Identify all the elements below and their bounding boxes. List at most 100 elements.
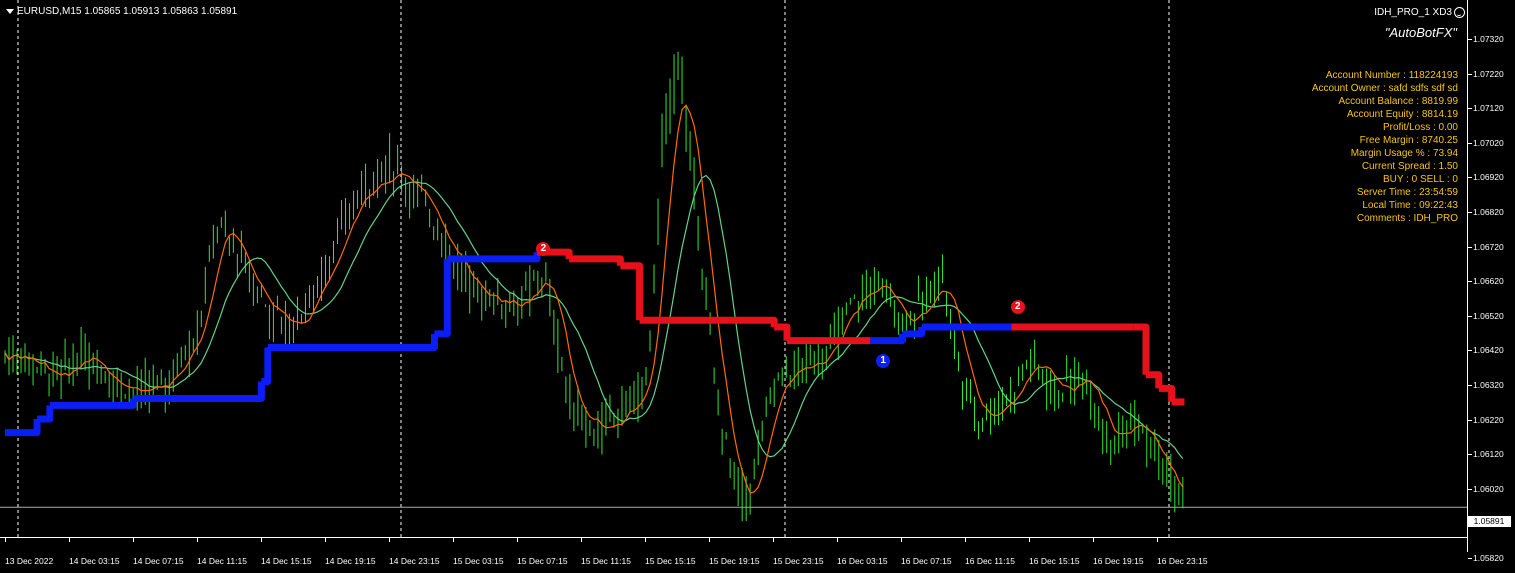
time-label: 15 Dec 19:15 (709, 556, 760, 566)
price-label: 1.06620 (1473, 276, 1504, 287)
time-tick (261, 538, 262, 542)
price-tick (1468, 350, 1472, 352)
time-label: 14 Dec 19:15 (325, 556, 376, 566)
trend-band-segment (5, 418, 41, 437)
price-axis[interactable]: 1.07320 1.07220 1.07120 1.07020 1.06920 1.068… (1467, 0, 1515, 563)
info-line: Free Margin : 8740.25 (1359, 135, 1458, 146)
time-tick (1029, 538, 1030, 542)
time-tick (709, 538, 710, 542)
info-line: Profit/Loss : 0.00 (1382, 122, 1458, 133)
price-label: 1.06520 (1473, 310, 1504, 321)
price-tick (1468, 73, 1472, 75)
info-line: BUY : 0 SELL : 0 (1382, 174, 1458, 185)
time-label: 16 Dec 23:15 (1157, 556, 1208, 566)
signal-marker-sell: 2 (1010, 299, 1025, 314)
time-tick (197, 538, 198, 542)
time-tick (1093, 538, 1094, 542)
symbol-header[interactable]: EURUSD,M15 1.05865 1.05913 1.05863 1.058… (6, 6, 237, 17)
symbol-info: EURUSD,M15 1.05865 1.05913 1.05863 1.058… (17, 6, 238, 17)
info-line: Local Time : 09:22:43 (1362, 200, 1458, 211)
price-label: 1.06820 (1473, 207, 1504, 217)
time-tick (517, 538, 518, 542)
price-tick (1468, 108, 1472, 110)
price-label: 1.06220 (1473, 414, 1504, 425)
time-tick (645, 538, 646, 542)
price-label: 1.06920 (1473, 172, 1504, 183)
time-label: 16 Dec 07:15 (901, 556, 952, 566)
price-tick (1468, 142, 1472, 144)
time-tick (773, 538, 774, 542)
price-label: 1.07220 (1473, 68, 1504, 79)
dropdown-triangle-icon[interactable] (6, 9, 14, 14)
time-label: 14 Dec 03:15 (69, 556, 120, 566)
trend-band-segment (267, 333, 438, 351)
price-tick (1468, 177, 1472, 179)
trend-band-segment (37, 405, 54, 423)
time-label: 16 Dec 19:15 (1093, 556, 1144, 566)
time-label: 16 Dec 11:15 (965, 556, 1015, 566)
chart-area[interactable] (0, 0, 1467, 537)
trend-band-segment (1133, 323, 1150, 375)
time-tick (453, 538, 454, 542)
trend-band-segment (261, 347, 272, 385)
info-line: Current Spread : 1.50 (1361, 161, 1458, 172)
price-label: 1.07120 (1473, 103, 1504, 114)
time-label: 15 Dec 07:15 (517, 556, 568, 566)
trend-band-segment (902, 327, 926, 338)
trend-band-segment (774, 323, 791, 341)
price-tick (1468, 212, 1472, 213)
price-label: 1.06720 (1473, 241, 1504, 252)
smiley-icon (1454, 7, 1465, 18)
time-axis[interactable]: 13 Dec 2022 14 Dec 03:15 14 Dec 07:15 14 De… (0, 537, 1467, 573)
price-label: 1.06020 (1473, 483, 1504, 494)
time-label: 16 Dec 03:15 (837, 556, 888, 566)
time-tick (133, 538, 134, 542)
trend-band-segment (434, 258, 451, 338)
time-label: 14 Dec 07:15 (133, 556, 184, 566)
time-tick (1157, 538, 1158, 542)
price-tick (1468, 419, 1472, 421)
time-label: 15 Dec 11:15 (581, 556, 631, 566)
time-label: 15 Dec 03:15 (453, 556, 504, 566)
time-tick (965, 538, 966, 542)
price-tick (1468, 281, 1472, 283)
trend-band-segment (1158, 384, 1176, 402)
time-label: 14 Dec 11:15 (197, 556, 247, 566)
price-label: 1.06420 (1473, 345, 1504, 356)
price-tick (1468, 39, 1472, 40)
trend-band-segment (620, 262, 644, 321)
slow-ma-line (4, 174, 1184, 459)
time-label: 14 Dec 15:15 (261, 556, 312, 566)
price-label: 1.06120 (1473, 449, 1504, 460)
price-tick (1468, 488, 1472, 490)
info-line: Account Number : 118224193 (1325, 70, 1458, 81)
info-line: Account Owner : safd sdfs sdf sd (1311, 83, 1458, 94)
info-line: Margin Usage % : 73.94 (1350, 148, 1458, 159)
account-info-panel: Account Number : 118224193 Account Owner… (1312, 69, 1458, 225)
info-line: Account Balance : 8819.99 (1338, 96, 1458, 107)
trend-band-segment (870, 333, 906, 345)
indicator-name[interactable]: IDH_PRO_1 XD3 (1374, 7, 1465, 18)
time-label: 14 Dec 23:15 (389, 556, 440, 566)
price-chart[interactable] (0, 0, 1467, 537)
price-tick (1468, 454, 1472, 456)
price-label: 1.05820 (1473, 553, 1504, 563)
time-label: 15 Dec 23:15 (773, 556, 824, 566)
price-tick (1468, 315, 1472, 317)
price-tick (1468, 246, 1472, 248)
time-tick (837, 538, 838, 542)
trend-band-segment (569, 255, 624, 266)
info-line: Comments : IDH_PRO (1356, 213, 1458, 224)
time-tick (5, 538, 6, 542)
info-line: Server Time : 23:54:59 (1356, 187, 1458, 198)
time-tick (389, 538, 390, 542)
time-label: 15 Dec 15:15 (645, 556, 696, 566)
indicator-label: IDH_PRO_1 XD3 (1374, 7, 1452, 18)
price-tick (1468, 558, 1472, 559)
price-label: 1.07320 (1473, 34, 1504, 44)
trend-band-segment (1145, 371, 1163, 389)
time-label: 13 Dec 2022 (5, 556, 54, 566)
time-tick (581, 538, 582, 542)
brand-text: "AutoBotFX" (1384, 25, 1457, 40)
time-tick (69, 538, 70, 542)
